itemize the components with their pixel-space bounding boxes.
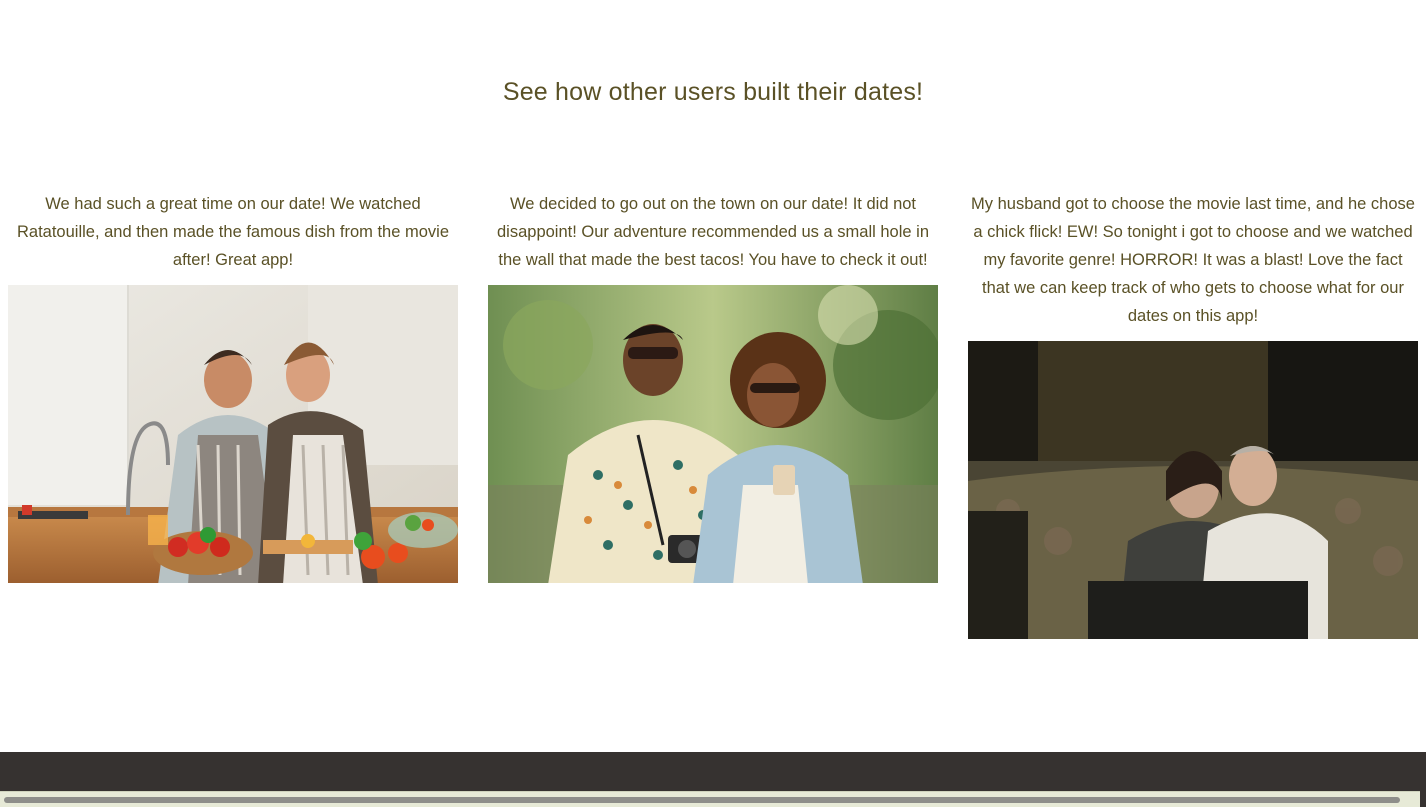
page: See how other users built their dates! W… xyxy=(0,0,1426,807)
testimonial-text-2: We decided to go out on the town on our … xyxy=(497,195,929,269)
couple-horror-movie-illustration xyxy=(968,341,1418,639)
couple-horror-movie-photo xyxy=(968,341,1418,639)
section-title: See how other users built their dates! xyxy=(502,78,924,106)
horizontal-scrollbar[interactable] xyxy=(0,791,1420,807)
testimonial-text-1: We had such a great time on our date! We… xyxy=(17,195,449,269)
couple-cooking-photo xyxy=(8,285,458,583)
scrollbar-thumb[interactable] xyxy=(4,797,1400,803)
couple-walking-photo xyxy=(488,285,938,583)
testimonial-card-2: We decided to go out on the town on our … xyxy=(488,190,938,583)
couple-cooking-illustration xyxy=(8,285,458,583)
testimonial-card-3: My husband got to choose the movie last … xyxy=(968,190,1418,639)
couple-walking-illustration xyxy=(488,285,938,583)
testimonial-text-3: My husband got to choose the movie last … xyxy=(971,195,1415,325)
testimonial-card-1: We had such a great time on our date! We… xyxy=(8,190,458,583)
